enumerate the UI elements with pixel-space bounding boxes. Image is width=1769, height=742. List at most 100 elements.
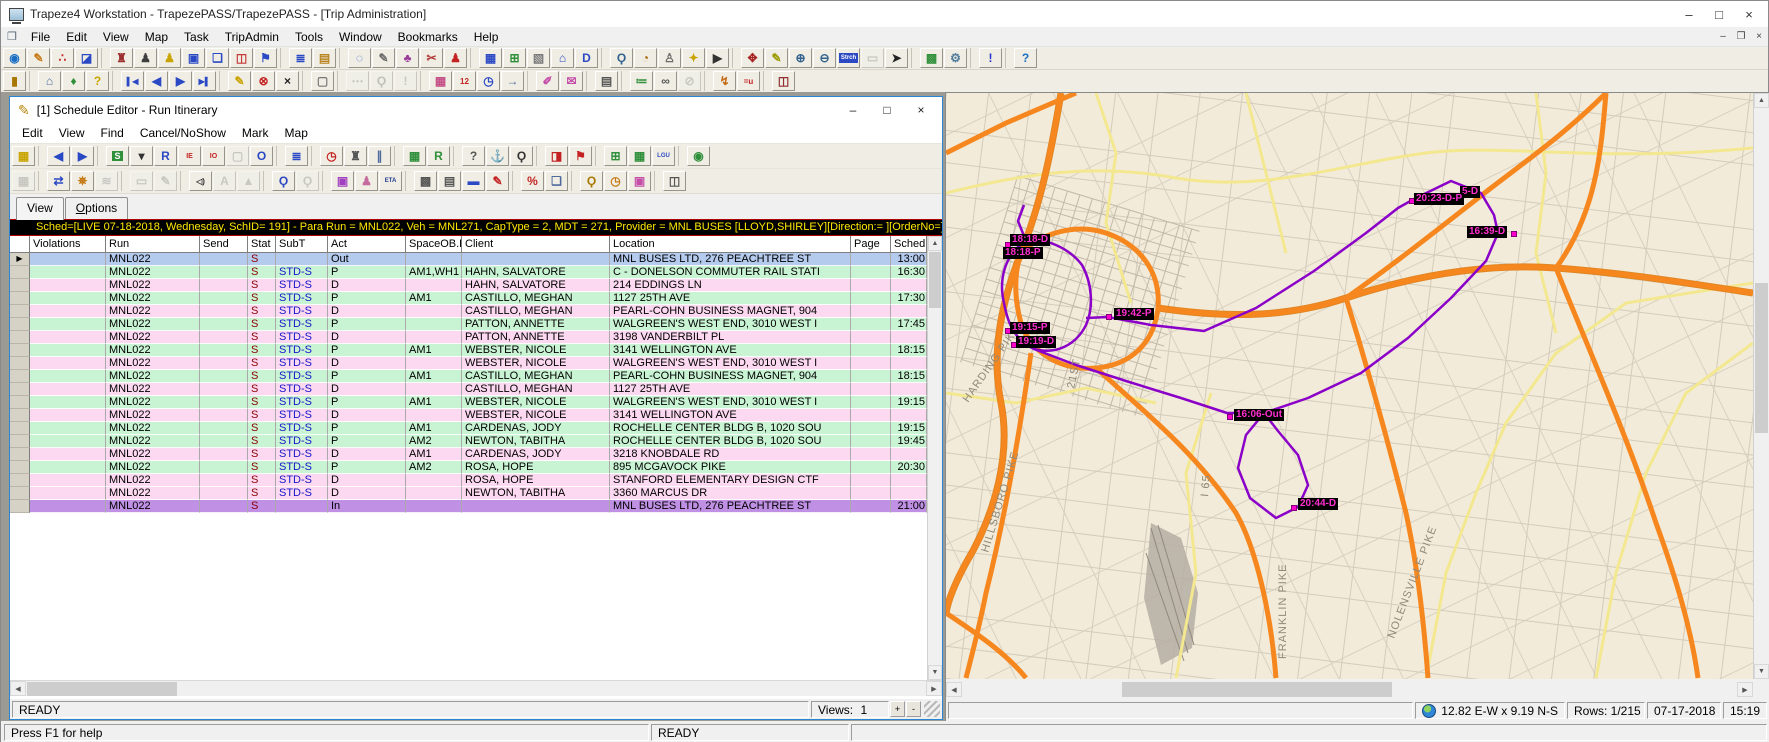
itinerary-row-6[interactable]: MNL022 S STD-S P PATTON, ANNETTE WALGREEN'S W…: [10, 318, 942, 331]
picture-icon[interactable]: ▧: [527, 48, 550, 68]
map-edit-icon[interactable]: ✎: [27, 48, 50, 68]
itinerary-row-1[interactable]: ▶ MNL022 S Out MNL BUSES LTD, 276 PEACHTREE …: [10, 253, 942, 266]
scroll-left-icon[interactable]: ◀: [10, 681, 26, 696]
checklist-icon[interactable]: ≔: [630, 71, 653, 91]
grid-hscroll-thumb[interactable]: [27, 681, 177, 696]
map-vscroll-thumb[interactable]: [1755, 283, 1768, 433]
doc-disabled-icon[interactable]: ▭: [861, 48, 884, 68]
speaker-icon[interactable]: ◁): [189, 171, 212, 191]
link-icon[interactable]: ∞: [654, 71, 677, 91]
itinerary-row-16[interactable]: MNL022 S STD-S D AM1 CARDENAS, JODY 3218 KNOBD…: [10, 448, 942, 461]
move-cross-icon[interactable]: ✥: [741, 48, 764, 68]
person-schedule-icon[interactable]: ♙: [658, 48, 681, 68]
itinerary-row-12[interactable]: MNL022 S STD-S P AM1 WEBSTER, NICOLE WALGREEN'…: [10, 396, 942, 409]
review-icon[interactable]: R: [154, 146, 177, 166]
zoom-in-icon[interactable]: ⊕: [789, 48, 812, 68]
maximize-button[interactable]: □: [1704, 4, 1734, 24]
editor-menu-item-edit[interactable]: Edit: [14, 124, 51, 142]
alert-dim-icon[interactable]: !: [394, 71, 417, 91]
status-dropdown-icon[interactable]: ▾: [130, 146, 153, 166]
sched-status-icon[interactable]: S: [106, 146, 129, 166]
delete-x-icon[interactable]: ×: [276, 71, 299, 91]
scroll-down-icon[interactable]: ▼: [928, 665, 942, 680]
help-icon[interactable]: ?: [1014, 48, 1037, 68]
column-header-run[interactable]: Run: [106, 236, 200, 253]
mdi-close-button[interactable]: ×: [1750, 29, 1768, 45]
vehicle-green-icon[interactable]: ♦: [62, 71, 85, 91]
tab-options[interactable]: Options: [64, 197, 129, 219]
map-scroll-left-icon[interactable]: ◀: [946, 682, 962, 697]
menu-item-map[interactable]: Map: [137, 28, 176, 46]
itinerary-row-15[interactable]: MNL022 S STD-S P AM2 NEWTON, TABITHA ROCHELLE …: [10, 435, 942, 448]
grid-horizontal-scrollbar[interactable]: ◀ ▶: [10, 680, 942, 696]
menu-item-file[interactable]: File: [23, 28, 58, 46]
column-header-send[interactable]: Send: [200, 236, 248, 253]
note-edit-icon[interactable]: ✎: [765, 48, 788, 68]
delete-no-icon[interactable]: ⊗: [252, 71, 275, 91]
bars-icon[interactable]: ∥: [368, 146, 391, 166]
book-open-icon[interactable]: ◫: [663, 171, 686, 191]
map-points-icon[interactable]: ∴: [51, 48, 74, 68]
help-yellow-icon[interactable]: ?: [86, 71, 109, 91]
itinerary-row-19[interactable]: MNL022 S STD-S D NEWTON, TABITHA 3360 MARCUS …: [10, 487, 942, 500]
tab-view[interactable]: View: [16, 197, 64, 220]
calendar-clock-icon[interactable]: ◔: [634, 48, 657, 68]
calc-icon[interactable]: ▩: [414, 171, 437, 191]
globe-icon[interactable]: ◉: [3, 48, 26, 68]
views-decrease-button[interactable]: -: [906, 701, 921, 717]
itinerary-row-18[interactable]: MNL022 S STD-S D ROSA, HOPE STANFORD ELEMENTA…: [10, 474, 942, 487]
runner-icon[interactable]: ↯: [713, 71, 736, 91]
grid-vscroll-thumb[interactable]: [929, 252, 941, 308]
editor-minimize-button[interactable]: –: [836, 101, 870, 119]
calculator-icon[interactable]: ▩: [920, 48, 943, 68]
zoom-out-icon[interactable]: ⊖: [813, 48, 836, 68]
itinerary-row-20[interactable]: MNL022 S In MNL BUSES LTD, 276 PEACHTREE ST…: [10, 500, 942, 513]
doc-search-icon[interactable]: Ϙ: [610, 48, 633, 68]
alert-icon[interactable]: !: [979, 48, 1002, 68]
trip-list-icon[interactable]: ≣: [289, 48, 312, 68]
depot-icon[interactable]: ♜: [344, 146, 367, 166]
address-book-icon[interactable]: ▤: [313, 48, 336, 68]
flag-red-icon[interactable]: ⚑: [569, 146, 592, 166]
refresh-r-icon[interactable]: R: [427, 146, 450, 166]
editor-close-button[interactable]: ×: [904, 101, 938, 119]
printer-small-icon[interactable]: ▤: [438, 171, 461, 191]
editor-menu-item-map[interactable]: Map: [277, 124, 316, 142]
column-header-spaceob-f[interactable]: SpaceOB.F: [406, 236, 462, 253]
chart-red-icon[interactable]: ◨: [545, 146, 568, 166]
resize-grip[interactable]: [924, 701, 940, 717]
editor-maximize-button[interactable]: □: [870, 101, 904, 119]
menu-item-help[interactable]: Help: [466, 28, 507, 46]
column-header-stat[interactable]: Stat: [248, 236, 276, 253]
mdi-child-icon[interactable]: ❐: [5, 30, 23, 43]
itinerary-row-7[interactable]: MNL022 S STD-S D PATTON, ANNETTE 3198 VANDERB…: [10, 331, 942, 344]
color-grid-icon[interactable]: ▦: [429, 71, 452, 91]
table-green-icon[interactable]: ⊞: [604, 146, 627, 166]
search-fee-icon[interactable]: Ϙ: [580, 171, 603, 191]
dots-icon[interactable]: ⋯: [346, 71, 369, 91]
person-pink-icon[interactable]: ♟: [355, 171, 378, 191]
views-increase-button[interactable]: +: [890, 701, 905, 717]
exit-door-icon[interactable]: ▮: [3, 71, 26, 91]
menu-item-task[interactable]: Task: [176, 28, 217, 46]
itinerary-row-9[interactable]: MNL022 S STD-S D WEBSTER, NICOLE WALGREEN'S W…: [10, 357, 942, 370]
doc-blue-icon[interactable]: ❏: [545, 171, 568, 191]
find-window-icon[interactable]: Ϙ: [272, 171, 295, 191]
itinerary-row-17[interactable]: MNL022 S STD-S P AM2 ROSA, HOPE 895 MCGAVOCK P…: [10, 461, 942, 474]
book-icon[interactable]: ◫: [772, 71, 795, 91]
editor-menu-item-mark[interactable]: Mark: [234, 124, 277, 142]
minimize-button[interactable]: –: [1674, 4, 1704, 24]
clock-orange-icon[interactable]: ◷: [604, 171, 627, 191]
column-header-subt[interactable]: SubT: [276, 236, 328, 253]
grid-add-icon[interactable]: ⊞: [503, 48, 526, 68]
stamp-icon[interactable]: ✵: [71, 171, 94, 191]
menu-item-tools[interactable]: Tools: [287, 28, 331, 46]
scroll-up-icon[interactable]: ▲: [928, 236, 942, 251]
itinerary-row-8[interactable]: MNL022 S STD-S P AM1 WEBSTER, NICOLE 3141 WELL…: [10, 344, 942, 357]
monitor-pink-icon[interactable]: ▣: [628, 171, 651, 191]
hours-icon[interactable]: 12: [453, 71, 476, 91]
map-vertical-scrollbar[interactable]: ▲ ▼: [1753, 93, 1769, 679]
mdi-minimize-button[interactable]: –: [1714, 29, 1732, 45]
bus-stop-icon[interactable]: ◫: [230, 48, 253, 68]
mdt-send-icon[interactable]: =u: [737, 71, 760, 91]
